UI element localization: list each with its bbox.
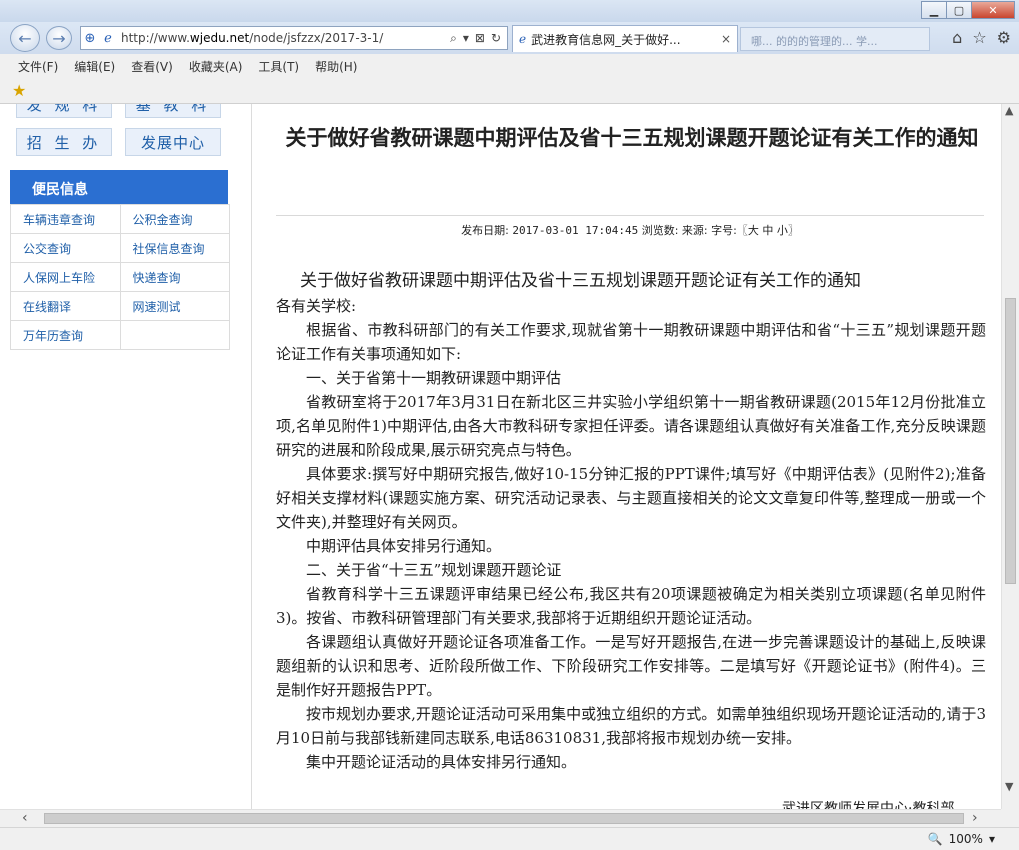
section-heading: 一、关于省第十一期教研课题中期评估 bbox=[306, 369, 562, 387]
page-title: 关于做好省教研课题中期评估及省十三五规划课题开题论证有关工作的通知 bbox=[285, 125, 979, 150]
horizontal-scroll-thumb[interactable] bbox=[44, 813, 964, 824]
url-domain: wjedu.net bbox=[189, 31, 250, 45]
link-online-translate[interactable]: 在线翻译 bbox=[10, 291, 121, 321]
scroll-up-arrow-icon[interactable]: ▲ bbox=[1005, 104, 1013, 117]
favorites-bar: ★ bbox=[0, 78, 1019, 104]
article: 关于做好省教研课题中期评估及省十三五规划课题开题论证有关工作的通知 发布日期: … bbox=[252, 104, 1001, 809]
paragraph: 省教育科学十三五课题评审结果已经公布,我区共有20项课题被确定为相关类别立项课题… bbox=[276, 585, 986, 627]
address-tools: ⌕ ▾ ⊠ ↻ bbox=[450, 31, 507, 46]
scrollbar-corner bbox=[1001, 809, 1019, 827]
scroll-down-arrow-icon[interactable]: ▼ bbox=[1005, 780, 1013, 793]
browser-right-icons: ⌂ ☆ ⚙ bbox=[952, 28, 1011, 47]
link-social-security[interactable]: 社保信息查询 bbox=[120, 233, 230, 263]
paragraph: 省教研室将于2017年3月31日在新北区三井实验小学组织第十一期省教研课题(20… bbox=[276, 393, 986, 459]
menu-view[interactable]: 查看(V) bbox=[131, 58, 173, 75]
tab-title: 武进教育信息网_关于做好... bbox=[531, 32, 681, 47]
forward-button[interactable]: → bbox=[46, 26, 72, 50]
zoom-level: 100% bbox=[948, 832, 983, 846]
meta-date: 2017-03-01 17:04:45 bbox=[512, 224, 639, 237]
paragraph: 按市规划办要求,开题论证活动可采用集中或独立组织的方式。如需单独组织现场开题论证… bbox=[276, 705, 986, 747]
ie-page-icon: ℯ bbox=[104, 30, 112, 46]
page-viewport: 发 规 科 基 教 科 招 生 办 发展中心 便民信息 车辆违章查询 公积金查询… bbox=[0, 104, 1001, 809]
maximize-button[interactable]: ▢ bbox=[946, 1, 972, 19]
ie-page-icon: ℯ bbox=[519, 32, 527, 46]
close-button[interactable]: ✕ bbox=[971, 1, 1015, 19]
dropdown-icon[interactable]: ▾ bbox=[463, 31, 469, 46]
status-bar: 🔍 100% ▾ bbox=[0, 827, 1019, 850]
vertical-scrollbar[interactable]: ▲ ▼ bbox=[1001, 104, 1019, 809]
link-express-query[interactable]: 快递查询 bbox=[120, 262, 230, 292]
inactive-tab[interactable]: 哪... 的的的管理的... 学... bbox=[740, 27, 930, 51]
back-button[interactable]: ← bbox=[10, 24, 40, 52]
link-housing-fund[interactable]: 公积金查询 bbox=[120, 204, 230, 234]
paragraph: 具体要求:撰写好中期研究报告,做好10-15分钟汇报的PPT课件;填写好《中期评… bbox=[276, 465, 986, 531]
menu-help[interactable]: 帮助(H) bbox=[315, 58, 357, 75]
title-divider bbox=[276, 215, 984, 216]
url-prefix: http://www. bbox=[121, 31, 190, 45]
minimize-button[interactable]: ▁ bbox=[921, 1, 947, 19]
sidebar-button-jjk[interactable]: 基 教 科 bbox=[125, 104, 221, 118]
font-size-switch[interactable]: 字号:〖大 中 小〗 bbox=[711, 224, 799, 237]
search-icon[interactable]: ⌕ bbox=[450, 31, 457, 46]
url-path: /node/jsfzzx/2017-3-1/ bbox=[249, 31, 384, 45]
zoom-control[interactable]: 🔍 100% ▾ bbox=[928, 832, 995, 846]
vertical-scroll-thumb[interactable] bbox=[1005, 298, 1016, 584]
link-bus-query[interactable]: 公交查询 bbox=[10, 233, 121, 263]
paragraph: 各课题组认真做好开题论证各项准备工作。一是写好开题报告,在进一步完善课题设计的基… bbox=[276, 633, 986, 699]
empty-cell bbox=[120, 320, 230, 350]
horizontal-scrollbar[interactable]: ‹ › bbox=[0, 809, 1001, 827]
settings-gear-icon[interactable]: ⚙ bbox=[997, 28, 1011, 47]
site-shield-icon: ⊕ bbox=[84, 30, 96, 46]
home-icon[interactable]: ⌂ bbox=[952, 28, 962, 47]
refresh-icon[interactable]: ↻ bbox=[491, 31, 501, 46]
sidebar-button-enrollment[interactable]: 招 生 办 bbox=[16, 128, 112, 156]
window-titlebar: ▁ ▢ ✕ bbox=[0, 0, 1019, 22]
menu-file[interactable]: 文件(F) bbox=[18, 58, 58, 75]
link-calendar[interactable]: 万年历查询 bbox=[10, 320, 121, 350]
menu-bar: 文件(F) 编辑(E) 查看(V) 收藏夹(A) 工具(T) 帮助(H) bbox=[0, 54, 1019, 78]
tab-close-icon[interactable]: × bbox=[721, 32, 731, 46]
address-bar[interactable]: ⊕ ℯ http://www.wjedu.net/node/jsfzzx/201… bbox=[80, 26, 508, 50]
signature: 武进区教师发展中心·教科部 bbox=[782, 801, 955, 809]
forward-arrow-icon: → bbox=[52, 28, 66, 48]
zoom-dropdown-icon[interactable]: ▾ bbox=[989, 832, 995, 846]
back-arrow-icon: ← bbox=[18, 28, 32, 48]
active-tab[interactable]: ℯ 武进教育信息网_关于做好... × bbox=[512, 25, 738, 52]
menu-edit[interactable]: 编辑(E) bbox=[74, 58, 115, 75]
section-heading: 二、关于省“十三五”规划课题开题论证 bbox=[306, 561, 562, 579]
zoom-magnifier-icon: 🔍 bbox=[927, 832, 943, 846]
meta-date-label: 发布日期: bbox=[461, 224, 509, 237]
convenience-links-table: 车辆违章查询 公积金查询 公交查询 社保信息查询 人保网上车险 快递查询 在线翻… bbox=[10, 204, 230, 350]
sidebar-button-fgk[interactable]: 发 规 科 bbox=[16, 104, 112, 118]
compat-view-icon[interactable]: ⊠ bbox=[475, 31, 485, 46]
meta-source: 来源: bbox=[681, 224, 708, 237]
link-traffic-violation[interactable]: 车辆违章查询 bbox=[10, 204, 121, 234]
greeting: 各有关学校: bbox=[276, 297, 357, 315]
paragraph: 中期评估具体安排另行通知。 bbox=[306, 537, 502, 555]
scroll-right-arrow-icon[interactable]: › bbox=[972, 810, 978, 826]
sidebar: 发 规 科 基 教 科 招 生 办 发展中心 便民信息 车辆违章查询 公积金查询… bbox=[0, 104, 252, 809]
navigation-bar: ← → ⊕ ℯ http://www.wjedu.net/node/jsfzzx… bbox=[0, 22, 1019, 54]
convenience-header: 便民信息 bbox=[10, 170, 228, 204]
meta-views: 浏览数: bbox=[641, 224, 679, 237]
window-controls: ▁ ▢ ✕ bbox=[921, 1, 1015, 19]
link-speed-test[interactable]: 网速测试 bbox=[120, 291, 230, 321]
paragraph: 集中开题论证活动的具体安排另行通知。 bbox=[306, 753, 577, 771]
menu-favorites[interactable]: 收藏夹(A) bbox=[189, 58, 243, 75]
scroll-left-arrow-icon[interactable]: ‹ bbox=[22, 810, 28, 826]
url-text[interactable]: http://www.wjedu.net/node/jsfzzx/2017-3-… bbox=[117, 31, 450, 45]
menu-tools[interactable]: 工具(T) bbox=[258, 58, 299, 75]
article-body: 关于做好省教研课题中期评估及省十三五规划课题开题论证有关工作的通知 各有关学校:… bbox=[276, 268, 986, 774]
paragraph: 根据省、市教科研部门的有关工作要求,现就省第十一期教研课题中期评估和省“十三五”… bbox=[276, 321, 986, 363]
sidebar-button-development[interactable]: 发展中心 bbox=[125, 128, 221, 156]
link-car-insurance[interactable]: 人保网上车险 bbox=[10, 262, 121, 292]
add-favorites-star-icon[interactable]: ★ bbox=[12, 81, 26, 100]
favorites-star-icon[interactable]: ☆ bbox=[972, 28, 986, 47]
article-meta: 发布日期: 2017-03-01 17:04:45 浏览数: 来源: 字号:〖大… bbox=[276, 222, 984, 238]
body-heading: 关于做好省教研课题中期评估及省十三五规划课题开题论证有关工作的通知 bbox=[300, 271, 861, 291]
